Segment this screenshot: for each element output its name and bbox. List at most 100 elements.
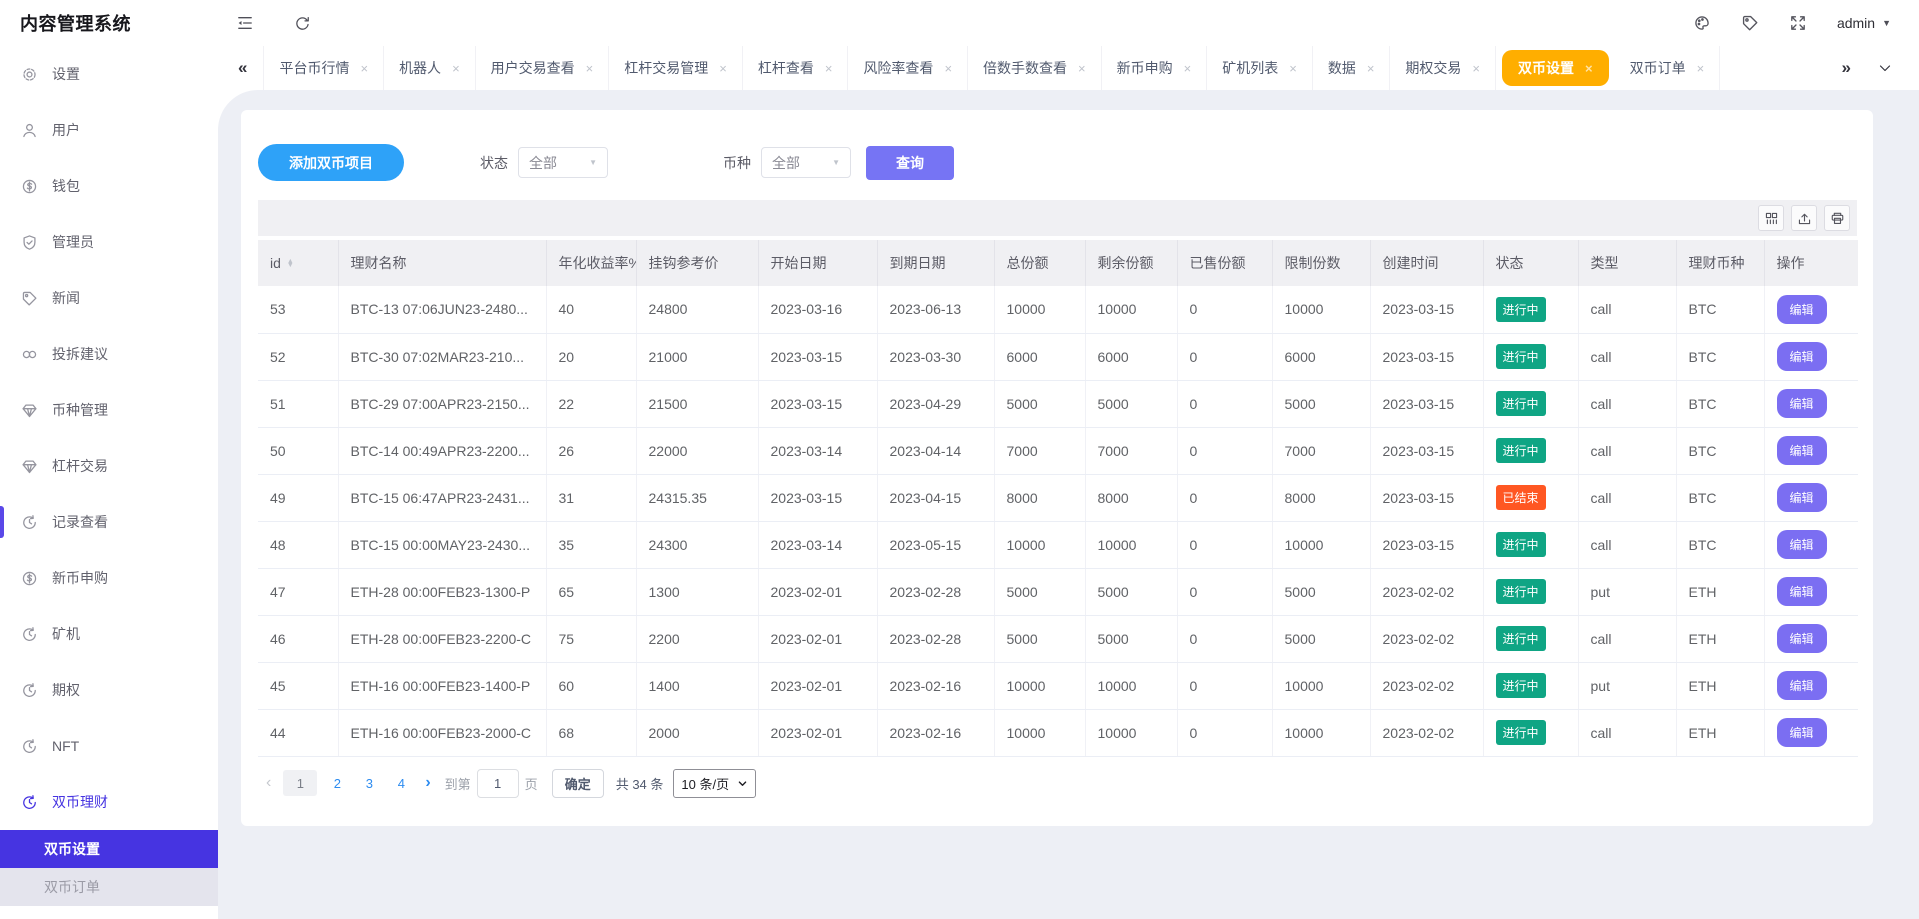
edit-button[interactable]: 编辑 — [1777, 436, 1827, 465]
sidebar-item[interactable]: 币种管理 — [0, 382, 218, 438]
tab-item[interactable]: 矿机列表× — [1207, 46, 1313, 90]
edit-button[interactable]: 编辑 — [1777, 624, 1827, 653]
data-table-wrap: id▲▼理财名称年化收益率%挂钩参考价开始日期到期日期总份额剩余份额已售份额限制… — [258, 240, 1857, 757]
sidebar-item[interactable]: 用户 — [0, 102, 218, 158]
page-number[interactable]: 2 — [325, 770, 349, 796]
tab-item[interactable]: 风险率查看 × — [848, 46, 968, 90]
sidebar-item[interactable]: 新闻 — [0, 270, 218, 326]
close-icon[interactable]: × — [1078, 62, 1086, 75]
export-icon[interactable] — [1791, 205, 1817, 231]
status-badge: 进行中 — [1496, 673, 1546, 698]
next-page-icon[interactable]: › — [417, 774, 438, 792]
tab-item[interactable]: 平台币行情× — [264, 46, 384, 90]
cell-id: 44 — [258, 709, 338, 756]
close-icon[interactable]: × — [719, 62, 727, 75]
username: admin — [1837, 15, 1875, 31]
tab-label: 风险率查看 — [863, 58, 933, 78]
confirm-page-button[interactable]: 确定 — [552, 769, 604, 798]
cell-sold: 0 — [1177, 474, 1272, 521]
cell-sold: 0 — [1177, 568, 1272, 615]
page-size-select[interactable]: 10 条/页 — [673, 769, 756, 798]
sidebar-subitem[interactable]: 双币设置 — [0, 830, 218, 868]
page-number[interactable]: 4 — [389, 770, 413, 796]
page-number[interactable]: 3 — [357, 770, 381, 796]
tab-item[interactable]: 双币设置× — [1502, 50, 1609, 86]
edit-button[interactable]: 编辑 — [1777, 671, 1827, 700]
cell-remaining: 7000 — [1085, 427, 1177, 474]
close-icon[interactable]: × — [1585, 62, 1593, 75]
edit-button[interactable]: 编辑 — [1777, 342, 1827, 371]
tab-item[interactable]: 杠杆交易管理 × — [609, 46, 743, 90]
tab-item[interactable]: 机器人× — [384, 46, 476, 90]
sidebar-item[interactable]: 矿机 — [0, 606, 218, 662]
add-dual-project-button[interactable]: 添加双币项目 — [258, 144, 404, 181]
page-number[interactable]: 1 — [283, 770, 317, 796]
cell-rate: 65 — [546, 568, 636, 615]
tab-item[interactable]: 双币订单× — [1615, 46, 1721, 90]
status-select[interactable]: 全部 ▼ — [518, 147, 608, 178]
sidebar-item[interactable]: 双币理财 — [0, 774, 218, 830]
chevron-down-icon[interactable] — [1877, 60, 1893, 76]
cell-id: 50 — [258, 427, 338, 474]
cell-total: 5000 — [994, 568, 1085, 615]
refresh-icon[interactable] — [294, 15, 311, 32]
tabs-scroll-right[interactable]: » — [1842, 58, 1851, 78]
close-icon[interactable]: × — [944, 62, 952, 75]
tab-item[interactable]: 杠杆查看× — [743, 46, 849, 90]
close-icon[interactable]: × — [452, 62, 460, 75]
tab-item[interactable]: 数据× — [1313, 46, 1391, 90]
close-icon[interactable]: × — [586, 62, 594, 75]
collapse-menu-icon[interactable] — [236, 14, 254, 32]
tab-label: 用户交易查看 — [491, 58, 575, 78]
edit-button[interactable]: 编辑 — [1777, 718, 1827, 747]
tabs-scroll-left[interactable]: « — [218, 46, 264, 90]
close-icon[interactable]: × — [1184, 62, 1192, 75]
palette-icon[interactable] — [1693, 14, 1711, 32]
history-icon — [21, 682, 38, 699]
tab-item[interactable]: 倍数手数查看× — [968, 46, 1102, 90]
edit-button[interactable]: 编辑 — [1777, 389, 1827, 418]
sidebar-item-label: 杠杆交易 — [52, 456, 108, 476]
edit-button[interactable]: 编辑 — [1777, 483, 1827, 512]
close-icon[interactable]: × — [360, 62, 368, 75]
sidebar-item[interactable]: 杠杆交易 — [0, 438, 218, 494]
sidebar-item[interactable]: 投拆建议 — [0, 326, 218, 382]
sidebar-item[interactable]: 管理员 — [0, 214, 218, 270]
edit-button[interactable]: 编辑 — [1777, 295, 1827, 324]
coin-select[interactable]: 全部 ▼ — [761, 147, 851, 178]
search-button[interactable]: 查询 — [866, 146, 954, 180]
tab-item[interactable]: 新币申购× — [1102, 46, 1208, 90]
tab-item[interactable]: 用户交易查看 × — [476, 46, 610, 90]
edit-button[interactable]: 编辑 — [1777, 577, 1827, 606]
sidebar-item[interactable]: 钱包 — [0, 158, 218, 214]
sidebar-item[interactable]: 记录查看 — [0, 494, 218, 550]
sidebar-item[interactable]: 期权 — [0, 662, 218, 718]
fullscreen-icon[interactable] — [1789, 14, 1807, 32]
close-icon[interactable]: × — [1367, 62, 1375, 75]
close-icon[interactable]: × — [1472, 62, 1480, 75]
sort-icon[interactable]: ▲▼ — [287, 260, 294, 268]
close-icon[interactable]: × — [1289, 62, 1297, 75]
sidebar-item[interactable]: 新币申购 — [0, 550, 218, 606]
sidebar-item[interactable]: 设置 — [0, 46, 218, 102]
edit-button[interactable]: 编辑 — [1777, 530, 1827, 559]
cell-rate: 35 — [546, 521, 636, 568]
goto-page-input[interactable] — [477, 769, 519, 798]
column-header-label: 总份额 — [1007, 255, 1049, 271]
print-icon[interactable] — [1824, 205, 1850, 231]
cell-created: 2023-03-15 — [1370, 521, 1483, 568]
tab-label: 杠杆交易管理 — [624, 58, 708, 78]
tag-icon[interactable] — [1741, 14, 1759, 32]
sidebar-subitem[interactable]: 双币订单 — [0, 868, 218, 906]
cell-price: 1400 — [636, 662, 758, 709]
close-icon[interactable]: × — [825, 62, 833, 75]
cell-type: call — [1578, 333, 1676, 380]
close-icon[interactable]: × — [1697, 62, 1705, 75]
sidebar-item[interactable]: NFT — [0, 718, 218, 774]
tab-item[interactable]: 期权交易× — [1390, 46, 1496, 90]
column-header[interactable]: id▲▼ — [258, 240, 338, 286]
columns-icon[interactable] — [1758, 205, 1784, 231]
prev-page-icon[interactable]: ‹ — [258, 774, 279, 792]
cell-name: ETH-16 00:00FEB23-1400-P — [338, 662, 546, 709]
user-menu[interactable]: admin ▼ — [1837, 15, 1891, 31]
